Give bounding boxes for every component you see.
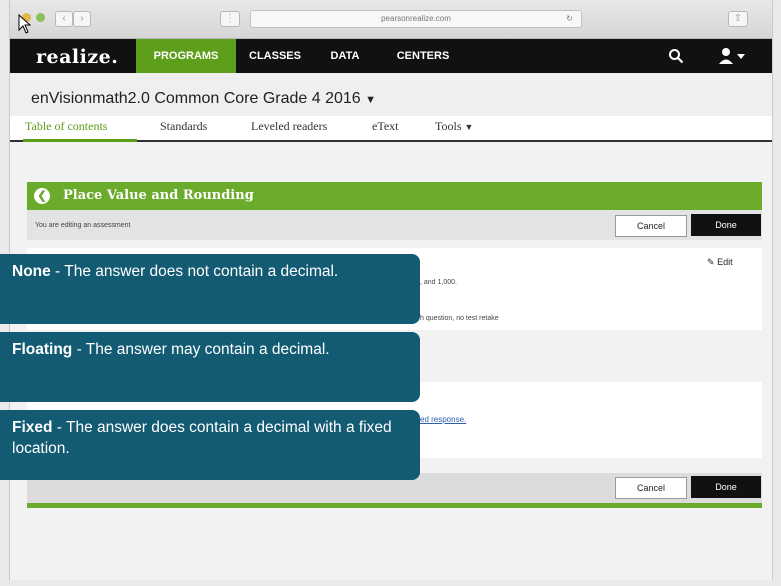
tab-tools[interactable]: Tools ▼ xyxy=(435,119,473,134)
editing-message: You are editing an assessment xyxy=(35,222,131,229)
lesson-header: ❮ Place Value and Rounding xyxy=(27,182,762,210)
callout-none: None - The answer does not contain a dec… xyxy=(0,254,420,324)
settings-text: h question, no test retake xyxy=(420,315,499,322)
cancel-button-bottom[interactable]: Cancel xyxy=(615,477,687,499)
window-maximize-dot[interactable] xyxy=(36,13,45,22)
tab-standards[interactable]: Standards xyxy=(160,119,207,134)
search-icon[interactable] xyxy=(668,48,684,69)
top-navbar: realize. PROGRAMS CLASSES DATA CENTERS xyxy=(10,39,772,73)
caret-down-icon: ▼ xyxy=(365,94,377,106)
callout-floating: Floating - The answer may contain a deci… xyxy=(0,332,420,402)
caret-down-icon: ▼ xyxy=(464,122,474,132)
browser-toolbar: ‹ › ⋮ pearsonrealize.com ↻ ⇧ xyxy=(10,0,772,39)
response-link[interactable]: ed response. xyxy=(420,415,466,424)
reload-icon[interactable]: ↻ xyxy=(566,11,573,27)
pencil-icon: ✎ xyxy=(707,257,715,267)
course-title[interactable]: enVisionmath2.0 Common Core Grade 4 2016… xyxy=(31,90,376,108)
nav-classes[interactable]: CLASSES xyxy=(240,39,310,73)
lesson-title: Place Value and Rounding xyxy=(63,188,254,203)
nav-data[interactable]: DATA xyxy=(320,39,370,73)
question-text: , and 1,000. xyxy=(420,279,457,286)
url-bar[interactable]: pearsonrealize.com ↻ xyxy=(250,10,582,28)
sub-navigation: Table of contents Standards Leveled read… xyxy=(10,116,772,142)
back-arrow-icon[interactable]: ❮ xyxy=(34,188,50,204)
forward-button[interactable]: › xyxy=(73,11,91,27)
editing-bar: You are editing an assessment Cancel Don… xyxy=(27,210,762,240)
tab-etext[interactable]: eText xyxy=(372,119,398,134)
cancel-button[interactable]: Cancel xyxy=(615,215,687,237)
nav-centers[interactable]: CENTERS xyxy=(388,39,458,73)
tabs-button[interactable]: ⋮ xyxy=(220,11,240,27)
back-button[interactable]: ‹ xyxy=(55,11,73,27)
nav-programs[interactable]: PROGRAMS xyxy=(136,39,236,73)
user-menu-icon[interactable] xyxy=(718,47,748,70)
share-button[interactable]: ⇧ xyxy=(728,11,748,27)
tab-leveled-readers[interactable]: Leveled readers xyxy=(251,119,327,134)
url-text: pearsonrealize.com xyxy=(381,14,451,23)
realize-logo[interactable]: realize. xyxy=(36,46,118,68)
mouse-cursor-icon xyxy=(18,13,32,39)
tab-table-of-contents[interactable]: Table of contents xyxy=(25,119,107,134)
edit-button[interactable]: ✎ Edit xyxy=(707,257,733,268)
callout-fixed: Fixed - The answer does contain a decima… xyxy=(0,410,420,480)
done-button-bottom[interactable]: Done xyxy=(691,476,761,498)
done-button[interactable]: Done xyxy=(691,214,761,236)
